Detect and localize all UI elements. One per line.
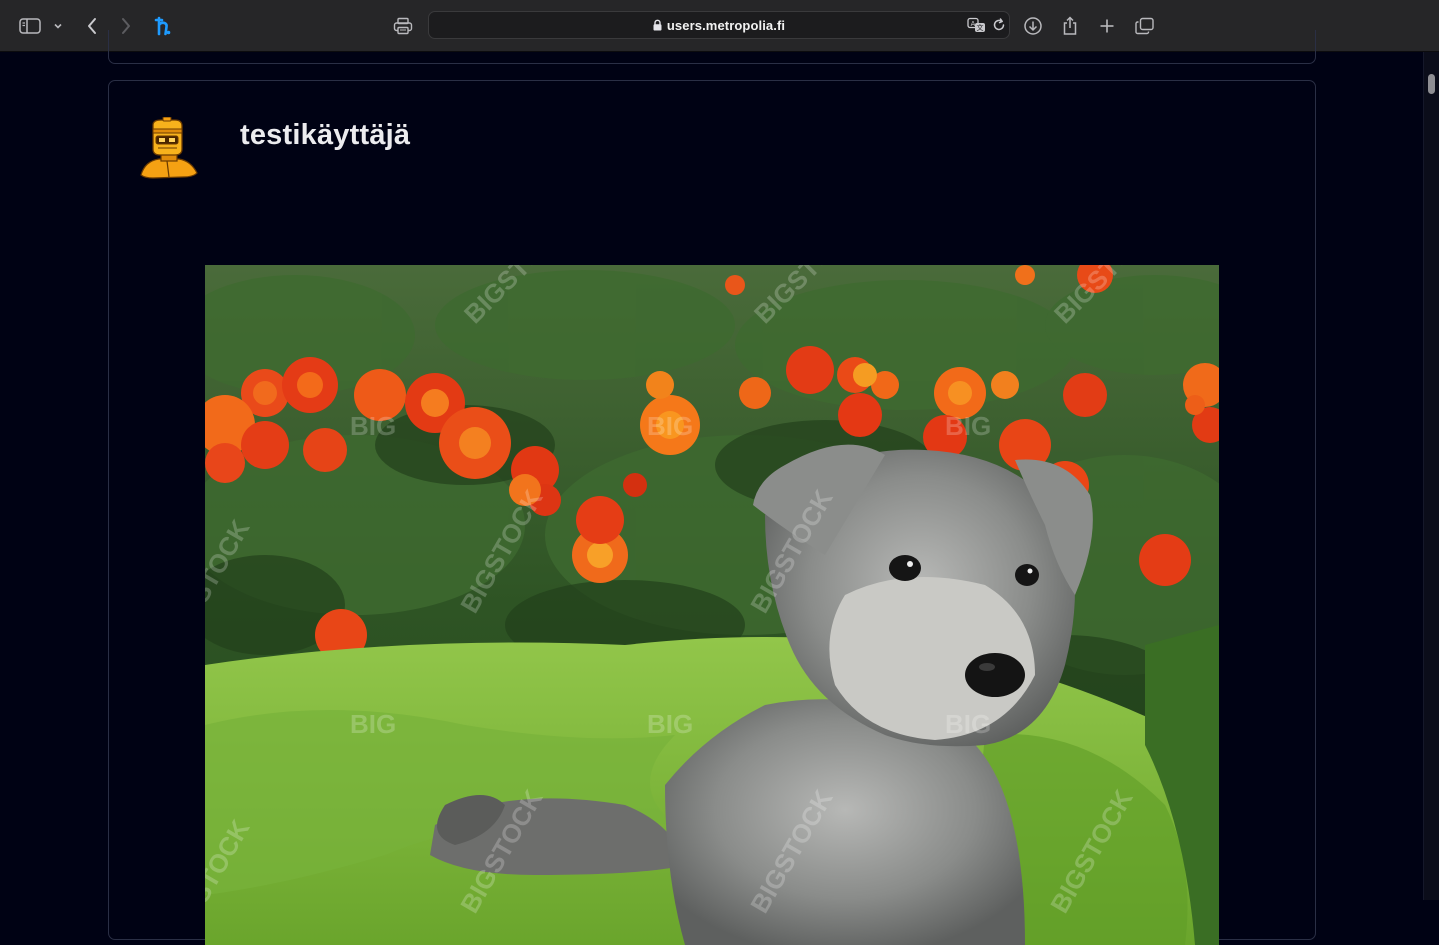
svg-text:BIG: BIG <box>945 709 991 739</box>
page-scrollbar[interactable] <box>1423 52 1439 900</box>
svg-text:BIG: BIG <box>945 411 991 441</box>
post-username[interactable]: testikäyttäjä <box>240 119 410 152</box>
svg-text:BIG: BIG <box>350 411 396 441</box>
svg-text:BIG: BIG <box>350 709 396 739</box>
chevron-down-icon[interactable] <box>46 12 70 40</box>
chevron-left-icon <box>88 18 96 34</box>
puppy-in-basket-photo: BIG BIG BIG BIG BIG BIG BIGSTOCK BIGSTOC… <box>205 265 1219 945</box>
svg-text:BIG: BIG <box>647 709 693 739</box>
previous-post-card <box>108 30 1316 64</box>
scrollbar-thumb[interactable] <box>1428 74 1435 94</box>
robot-avatar-icon[interactable] <box>139 116 199 181</box>
sidebar-icon[interactable] <box>16 12 44 40</box>
post-card: testikäyttäjä BIG BIG BIG BIG BIG BIG ST… <box>108 80 1316 945</box>
back-button[interactable] <box>78 12 106 40</box>
svg-text:A: A <box>971 21 976 28</box>
svg-text:BIG: BIG <box>647 411 693 441</box>
